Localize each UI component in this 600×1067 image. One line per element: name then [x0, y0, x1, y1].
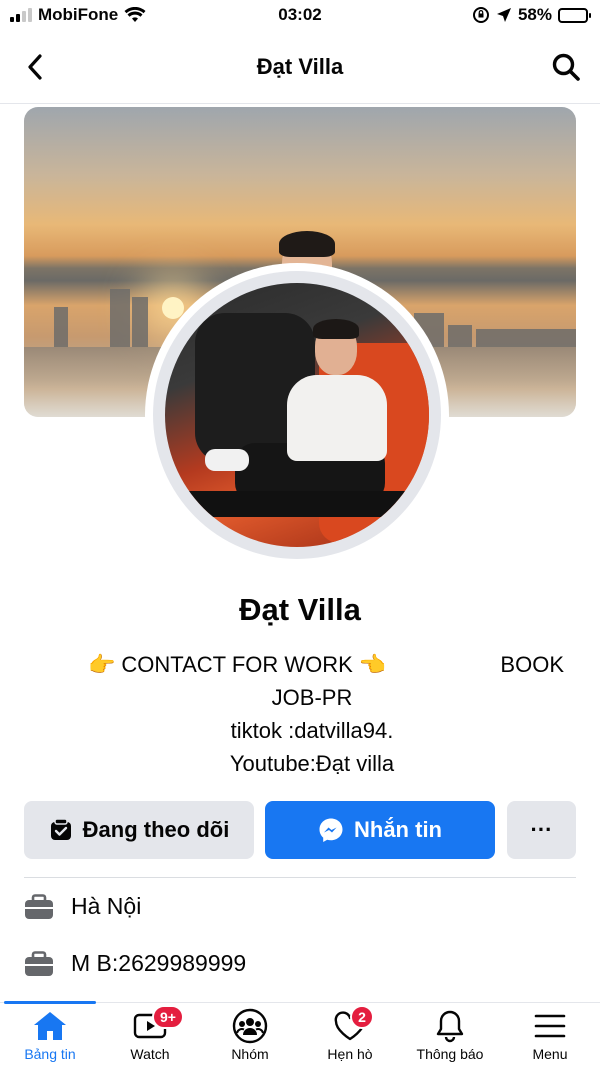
detail-text: M B:2629989999	[71, 950, 247, 976]
status-bar: MobiFone 03:02 58%	[0, 0, 600, 32]
nav-label: Thông báo	[416, 1046, 484, 1062]
following-check-icon	[50, 818, 71, 840]
bio-line-4: Youtube:Đạt villa	[229, 751, 395, 776]
detail-phone: M B:2629989999	[24, 950, 246, 977]
back-button[interactable]	[20, 52, 50, 82]
menu-icon	[534, 1014, 566, 1038]
search-button[interactable]	[550, 51, 582, 83]
nav-item-notifications[interactable]: Thông báo	[400, 1009, 500, 1067]
detail-text: Hà Nội	[71, 893, 142, 919]
battery-icon	[558, 7, 591, 23]
bell-icon	[436, 1010, 464, 1043]
nav-label: Hẹn hò	[327, 1046, 373, 1062]
nav-item-groups[interactable]: Nhóm	[200, 1008, 300, 1067]
detail-location: Hà Nội	[24, 893, 141, 920]
profile-actions: Đang theo dõi Nhắn tin ···	[24, 801, 576, 859]
nav-label: Bảng tin	[24, 1046, 76, 1062]
profile-avatar[interactable]	[145, 263, 449, 567]
nav-item-dating[interactable]: 2 Hẹn hò	[300, 1005, 400, 1067]
back-chevron-icon	[28, 54, 42, 80]
profile-name: Đạt Villa	[239, 592, 361, 627]
active-tab-indicator	[4, 1001, 96, 1004]
nav-label: Nhóm	[231, 1046, 269, 1062]
watch-badge: 9+	[152, 1005, 184, 1029]
bio-line-3: tiktok :datvilla94.	[230, 718, 394, 743]
nav-item-menu[interactable]: Menu	[500, 1009, 600, 1067]
groups-icon	[232, 1008, 268, 1044]
nav-item-home[interactable]: Bảng tin	[0, 1009, 100, 1067]
pointing-right-hand-icon: 👉	[88, 652, 116, 677]
following-label: Đang theo dõi	[82, 817, 230, 842]
search-icon	[552, 53, 580, 81]
more-icon: ···	[530, 817, 553, 842]
bio-book: BOOK	[500, 652, 564, 677]
message-button[interactable]: Nhắn tin	[265, 801, 495, 859]
more-options-button[interactable]: ···	[507, 801, 576, 859]
pointing-left-hand-icon: 👈	[358, 652, 387, 677]
dating-badge: 2	[350, 1005, 374, 1029]
profile-bio: 👉 CONTACT FOR WORK 👈 BOOK JOB-PR tiktok …	[60, 648, 564, 780]
avatar-photo	[165, 283, 429, 547]
bio-contact: CONTACT FOR WORK	[121, 652, 353, 677]
briefcase-icon	[25, 893, 53, 919]
following-button[interactable]: Đang theo dõi	[24, 801, 254, 859]
nav-label: Menu	[532, 1046, 568, 1062]
nav-label: Watch	[130, 1046, 170, 1062]
divider	[24, 877, 576, 878]
message-label: Nhắn tin	[354, 817, 442, 842]
page-title: Đạt Villa	[256, 54, 344, 79]
orientation-lock-icon	[472, 7, 489, 23]
battery-percent: 58%	[517, 5, 552, 24]
profile-header: Đạt Villa	[0, 32, 600, 104]
bio-line-2: JOB-PR	[271, 685, 353, 710]
briefcase-icon	[25, 950, 53, 976]
bottom-navigation: Bảng tin 9+ Watch Nhóm 2 Hẹn hò Thông bá…	[0, 1001, 600, 1067]
messenger-icon	[319, 818, 343, 842]
home-icon	[34, 1012, 66, 1040]
location-arrow-icon	[496, 8, 511, 22]
nav-item-watch[interactable]: 9+ Watch	[100, 1005, 200, 1067]
